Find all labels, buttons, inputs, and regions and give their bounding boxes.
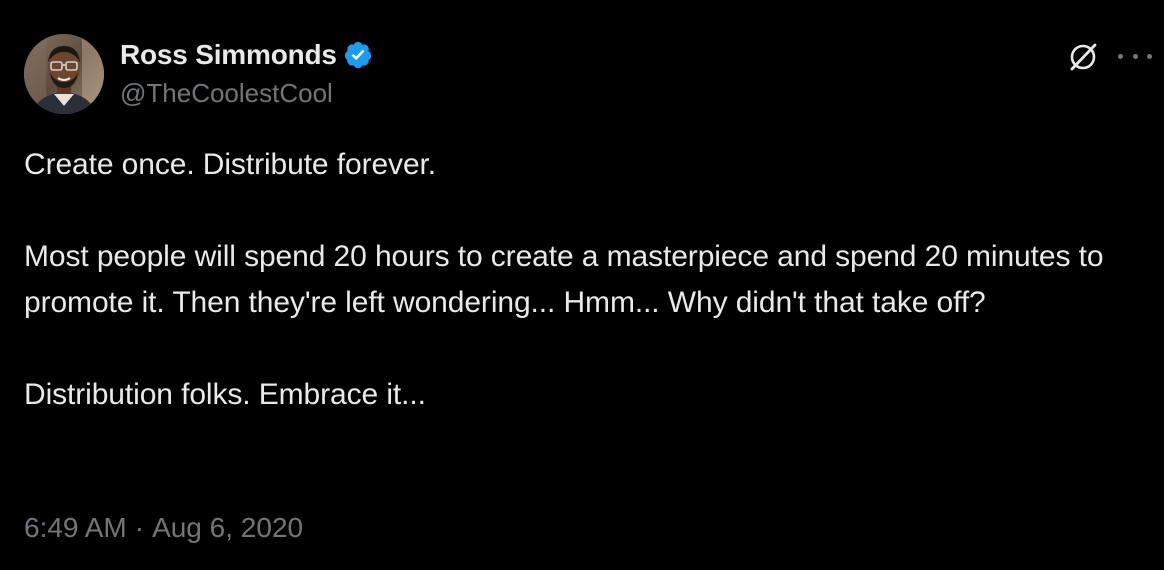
tweet-date: Aug 6, 2020 bbox=[152, 512, 304, 543]
author-display-name[interactable]: Ross Simmonds bbox=[120, 39, 337, 71]
tweet-text: Create once. Distribute forever. Most pe… bbox=[24, 142, 1144, 418]
tweet-paragraph-1: Create once. Distribute forever. bbox=[24, 148, 436, 181]
tweet-time: 6:49 AM bbox=[24, 512, 127, 543]
verified-badge-icon[interactable] bbox=[343, 40, 373, 70]
more-options-icon[interactable] bbox=[1118, 42, 1152, 70]
avatar-image bbox=[24, 34, 104, 114]
tweet-timestamp[interactable]: 6:49 AM · Aug 6, 2020 bbox=[24, 512, 303, 544]
tweet-card: Ross Simmonds @TheCoolestCool Create onc… bbox=[0, 0, 1164, 570]
dot bbox=[1147, 53, 1152, 59]
meta-separator: · bbox=[134, 512, 145, 543]
dot bbox=[1118, 53, 1123, 59]
tweet-paragraph-3: Distribution folks. Embrace it... bbox=[24, 378, 426, 411]
author-name-row: Ross Simmonds bbox=[120, 38, 373, 72]
grok-icon[interactable] bbox=[1066, 40, 1100, 74]
avatar[interactable] bbox=[24, 34, 104, 114]
author-handle[interactable]: @TheCoolestCool bbox=[120, 78, 333, 109]
dot bbox=[1132, 53, 1138, 59]
tweet-paragraph-2: Most people will spend 20 hours to creat… bbox=[24, 240, 1104, 319]
